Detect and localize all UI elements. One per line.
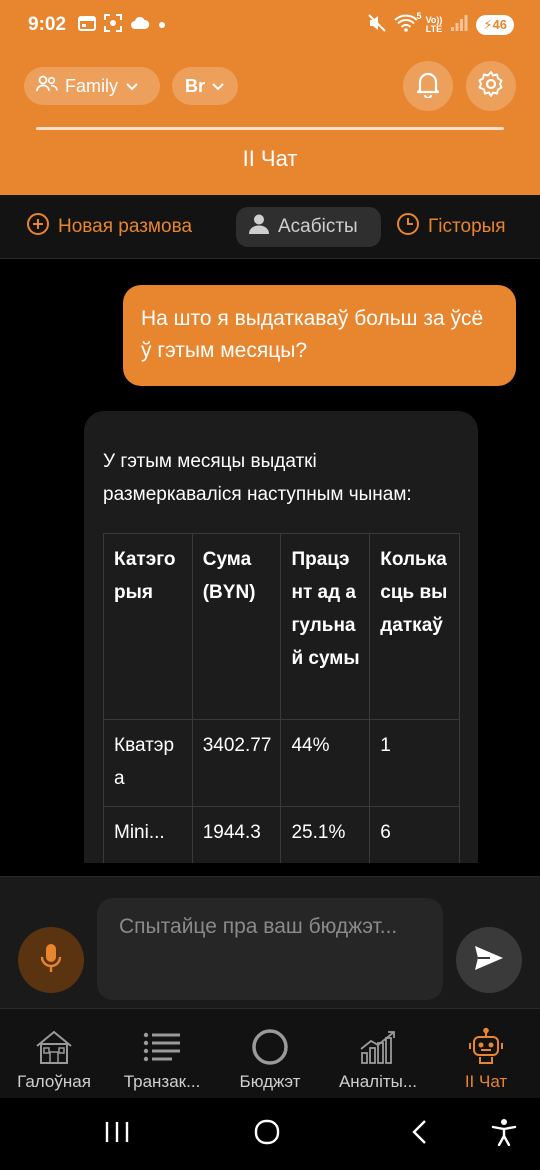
notifications-button[interactable] (403, 61, 453, 111)
header-divider (36, 127, 504, 130)
table-header-cell: Катэгорыя (103, 533, 193, 720)
accessibility-button[interactable] (486, 1118, 522, 1150)
table-header-cell: Працэнт ад агульнай сумы (280, 533, 371, 720)
gear-icon (477, 70, 505, 103)
new-chat-label: Новая размова (58, 216, 193, 237)
back-chevron-icon (410, 1119, 430, 1150)
recent-apps-icon (104, 1120, 130, 1149)
nav-home[interactable]: Галоўная (0, 1027, 108, 1092)
robot-icon (466, 1027, 506, 1067)
system-navigation-bar (0, 1098, 540, 1170)
table-header-cell: Колькасць выдаткаў (369, 533, 460, 720)
clock-icon (396, 212, 420, 242)
nav-transactions[interactable]: Транзак... (108, 1027, 216, 1092)
nav-budget-label: Бюджэт (239, 1072, 301, 1091)
table-cell: Кватэра (103, 719, 193, 807)
calendar-icon (78, 15, 97, 36)
nav-home-label: Галоўная (17, 1072, 91, 1091)
table-cell: 1944.3 (191, 806, 282, 863)
nav-ai-chat[interactable]: ІІ Чат (432, 1027, 540, 1092)
history-button[interactable]: Гісторыя (396, 207, 506, 247)
list-icon (142, 1027, 182, 1067)
chevron-down-icon (211, 76, 225, 97)
family-selector[interactable]: Family (24, 67, 160, 105)
app-header: Family Br ІІ Чат (0, 50, 540, 195)
recent-apps-button[interactable] (99, 1118, 135, 1150)
home-button[interactable] (249, 1118, 285, 1150)
nav-ai-chat-label: ІІ Чат (464, 1072, 508, 1091)
expenses-table: Катэгорыя Сума (BYN) Працэнт ад агульнай… (103, 533, 460, 863)
table-cell: 44% (280, 719, 371, 807)
ring-icon (250, 1027, 290, 1067)
message-composer: Спытайце пра ваш бюджэт... (0, 876, 540, 1008)
nav-transactions-label: Транзак... (123, 1072, 201, 1091)
dot-icon (158, 16, 166, 34)
send-button[interactable] (456, 927, 522, 993)
table-header-cell: Сума (BYN) (191, 533, 282, 720)
voice-input-button[interactable] (18, 927, 84, 993)
back-button[interactable] (402, 1118, 438, 1150)
table-cell: 6 (369, 806, 460, 863)
assistant-message: У гэтым месяцы выдаткі размеркаваліся на… (84, 411, 478, 863)
chevron-down-icon (125, 76, 139, 97)
chat-actions: Новая размова Асабісты Гісторыя (0, 195, 540, 259)
accessibility-icon (491, 1118, 517, 1151)
currency-label: Br (185, 75, 206, 96)
user-message: На што я выдаткаваў больш за ўсё ў гэтым… (123, 285, 516, 386)
microphone-icon (39, 942, 63, 979)
new-chat-button[interactable]: Новая размова (26, 207, 192, 247)
table-cell: 25.1% (280, 806, 371, 863)
assistant-intro: У гэтым месяцы выдаткі размеркаваліся на… (103, 451, 412, 505)
signal-icon (450, 14, 468, 37)
users-icon (36, 75, 58, 98)
bell-icon (415, 70, 441, 103)
table-cell: 1 (369, 719, 460, 807)
table-cell: 3402.77 (191, 719, 282, 807)
mute-icon (367, 13, 386, 37)
chat-messages[interactable]: На што я выдаткаваў больш за ўсё ў гэтым… (0, 260, 540, 863)
wifi-icon: 5 (393, 11, 422, 37)
table-cell: Mini... (103, 806, 193, 863)
wifi-badge: 5 (416, 10, 422, 21)
home-circle-icon (254, 1119, 280, 1150)
page-title: ІІ Чат (242, 146, 298, 171)
table-row: Mini... 1944.3 25.1% 6 (103, 806, 460, 863)
nav-analytics[interactable]: Аналіты... (324, 1027, 432, 1092)
cloud-icon (130, 16, 150, 35)
chart-up-icon (358, 1027, 398, 1067)
personal-toggle[interactable]: Асабісты (236, 207, 381, 247)
screenshot-icon (104, 13, 123, 37)
table-row: Кватэра 3402.77 44% 1 (103, 719, 460, 807)
settings-button[interactable] (466, 61, 516, 111)
house-icon (34, 1027, 74, 1067)
network-type: Vo)) LTE (425, 15, 443, 34)
nav-analytics-label: Аналіты... (338, 1072, 418, 1091)
family-label: Family (65, 75, 118, 96)
personal-label: Асабісты (278, 216, 358, 237)
message-input[interactable]: Спытайце пра ваш бюджэт... (97, 898, 443, 1000)
user-icon (248, 213, 270, 241)
currency-selector[interactable]: Br (172, 67, 238, 105)
status-bar: 9:02 5 Vo)) LTE ⚡46 (0, 0, 540, 50)
send-icon (473, 944, 505, 977)
battery-indicator: ⚡46 (476, 15, 514, 35)
plus-circle-icon (26, 212, 50, 242)
nav-budget[interactable]: Бюджэт (216, 1027, 324, 1092)
status-time: 9:02 (28, 14, 67, 35)
history-label: Гісторыя (428, 216, 506, 237)
table-header-row: Катэгорыя Сума (BYN) Працэнт ад агульнай… (103, 533, 460, 720)
bottom-navigation: Галоўная Транзак... Бюджэт Аналіты... ІІ… (0, 1008, 540, 1098)
